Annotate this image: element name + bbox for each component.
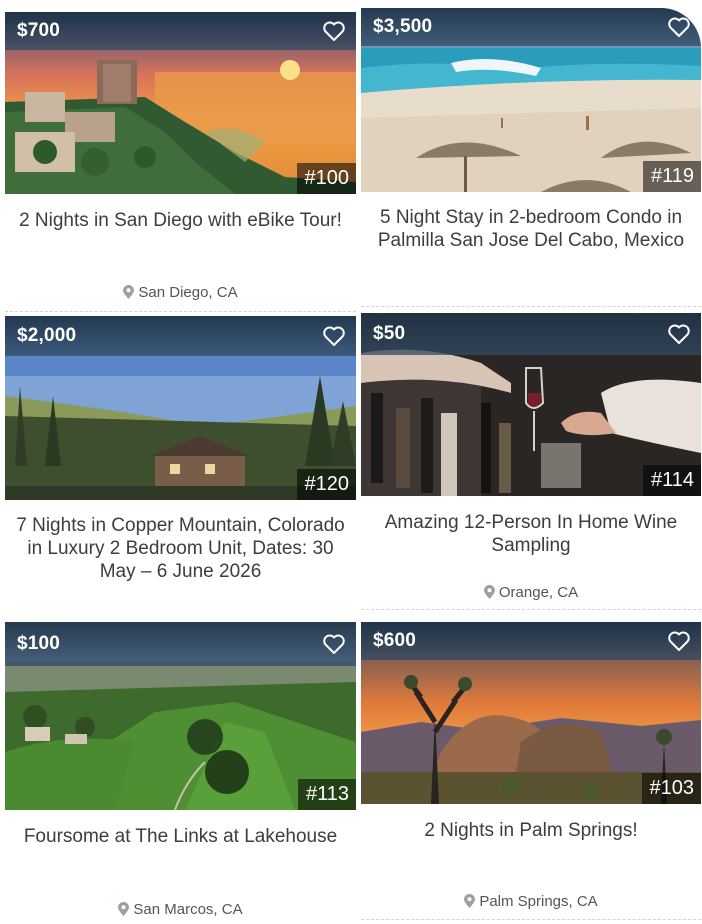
card-divider [361,609,701,610]
listing-image[interactable]: $700 #100 [5,12,356,194]
location-text: San Marcos, CA [133,901,243,918]
price-bar: $700 [5,12,356,50]
listing-number-badge: #119 [642,161,701,192]
listing-title[interactable]: Amazing 12-Person In Home Wine Sampling [367,511,695,557]
listing-card[interactable]: $2,000 #120 7 Nights in Copper Mountain,… [5,316,356,616]
listing-title[interactable]: 5 Night Stay in 2-bedroom Condo in Palmi… [367,206,695,252]
price-label: $600 [373,630,417,651]
listing-location: Orange, CA [361,584,701,601]
listing-image[interactable]: $600 #103 [361,622,701,804]
listing-title[interactable]: Foursome at The Links at Lakehouse [11,825,350,848]
listing-location: Palm Springs, CA [361,893,701,910]
listing-image[interactable]: $2,000 #120 [5,316,356,500]
listing-number-badge: #100 [296,163,356,194]
map-pin-icon [483,585,495,599]
map-pin-icon [118,902,130,916]
listing-number-badge: #113 [297,779,356,810]
price-label: $100 [17,633,61,654]
listing-number-badge: #120 [296,469,356,500]
price-bar: $3,500 [361,8,701,46]
price-bar: $2,000 [5,316,356,356]
heart-outline-icon[interactable] [667,323,691,345]
listing-card[interactable]: $3,500 #119 5 Night Stay in 2-bedroom Co… [361,8,701,308]
price-bar: $100 [5,622,356,666]
price-bar: $600 [361,622,701,660]
listing-number-badge: #103 [641,773,701,804]
location-text: San Diego, CA [138,284,238,301]
listing-image[interactable]: $3,500 #119 [361,8,701,192]
listing-location: San Diego, CA [5,284,356,301]
map-pin-icon [123,285,135,299]
listing-location: San Marcos, CA [5,901,356,918]
listing-title[interactable]: 2 Nights in San Diego with eBike Tour! [11,209,350,232]
listing-card[interactable]: $100 #113 Foursome at The Links at Lakeh… [5,622,356,924]
listing-title[interactable]: 2 Nights in Palm Springs! [367,819,695,842]
listing-card[interactable]: $700 #100 2 Nights in San Diego with eBi… [5,12,356,312]
location-text: Palm Springs, CA [479,893,598,910]
listing-number-badge: #114 [642,465,701,496]
card-divider [5,311,356,312]
listing-card[interactable]: $50 #114 Amazing 12-Person In Home Wine … [361,313,701,613]
heart-outline-icon[interactable] [322,20,346,42]
listing-image[interactable]: $100 #113 [5,622,356,810]
heart-outline-icon[interactable] [667,16,691,38]
price-bar: $50 [361,313,701,355]
card-divider [361,919,701,920]
price-label: $700 [17,20,61,41]
listing-card[interactable]: $600 #103 2 Nights in Palm Springs! Palm… [361,622,701,924]
location-text: Orange, CA [498,584,579,601]
price-label: $3,500 [373,16,433,37]
heart-outline-icon[interactable] [322,633,346,655]
map-pin-icon [464,894,476,908]
heart-outline-icon[interactable] [667,630,691,652]
listing-image[interactable]: $50 #114 [361,313,701,496]
card-divider [361,306,701,307]
listing-title[interactable]: 7 Nights in Copper Mountain, Colorado in… [11,514,350,583]
price-label: $2,000 [17,325,77,346]
price-label: $50 [373,323,406,344]
heart-outline-icon[interactable] [322,325,346,347]
